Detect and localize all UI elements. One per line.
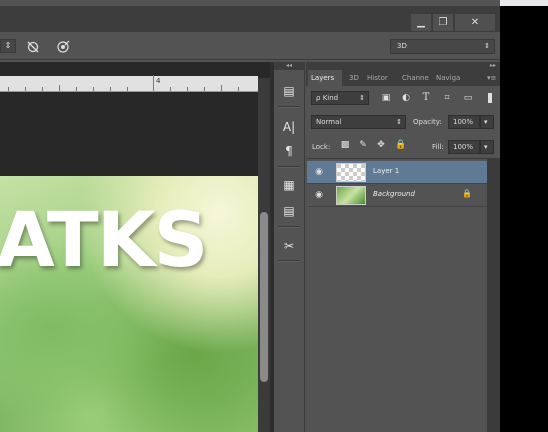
character-icon[interactable]: A| bbox=[279, 118, 299, 136]
collapse-panels-icon[interactable]: ◂◂ bbox=[274, 62, 304, 70]
lock-icon: 🔒 bbox=[462, 189, 472, 198]
filter-kind-label: Kind bbox=[322, 94, 339, 102]
type-filter-icon[interactable]: T bbox=[419, 91, 433, 105]
tools-icon[interactable]: ✂ bbox=[279, 237, 299, 255]
restore-button[interactable]: ❐ bbox=[433, 14, 453, 31]
opacity-input[interactable]: 100% bbox=[448, 115, 480, 129]
tab-channels[interactable]: Channe bbox=[399, 70, 431, 86]
panel-tab-row: Layers 3D Histor Channe Naviga ▾≡ bbox=[306, 70, 500, 86]
opacity-dropdown-icon[interactable]: ▾ bbox=[480, 115, 494, 129]
layer-name: Layer 1 bbox=[373, 167, 400, 175]
no-3d-icon[interactable] bbox=[26, 40, 40, 54]
close-button[interactable]: ✕ bbox=[455, 14, 495, 31]
blend-mode-value: Normal bbox=[316, 118, 342, 126]
title-bar: ▁ ❐ ✕ bbox=[0, 6, 500, 32]
lock-position-icon[interactable]: ✥ bbox=[375, 140, 387, 152]
history-brush-icon[interactable]: ▤ bbox=[279, 82, 299, 100]
layer-filter-select[interactable]: ρ Kind ⇕ bbox=[311, 91, 369, 105]
ruler-label: 4 bbox=[156, 77, 161, 85]
lock-transparent-icon[interactable]: ▩ bbox=[339, 140, 351, 152]
collapsed-panel-strip: ◂◂ ▤ A| ¶ ▦ ▤ ✂ bbox=[274, 62, 305, 432]
layer-thumbnail bbox=[336, 163, 366, 182]
layer-thumbnail bbox=[336, 186, 366, 205]
blend-mode-select[interactable]: Normal ⇕ bbox=[311, 115, 406, 129]
tab-navigator[interactable]: Naviga bbox=[433, 70, 467, 86]
select-arrow-icon: ⇕ bbox=[396, 118, 402, 126]
select-arrow-icon: ⇕ bbox=[484, 42, 490, 50]
filter-toggle[interactable] bbox=[486, 91, 494, 105]
lock-all-icon[interactable]: 🔒 bbox=[395, 140, 407, 152]
swatches-icon[interactable]: ▦ bbox=[279, 176, 299, 194]
select-arrow-icon: ⇕ bbox=[359, 94, 365, 102]
panel-menu-icon[interactable]: ▾≡ bbox=[484, 70, 498, 86]
layer-name: Background bbox=[373, 190, 415, 198]
tab-history[interactable]: Histor bbox=[364, 70, 398, 86]
fill-label: Fill: bbox=[432, 143, 444, 151]
expand-panels-icon[interactable]: ▸▸ bbox=[306, 62, 500, 70]
layer-row-layer-1[interactable]: ◉ Layer 1 bbox=[307, 161, 487, 184]
adjustment-filter-icon[interactable]: ◐ bbox=[399, 91, 413, 105]
minimize-button[interactable]: ▁ bbox=[411, 14, 431, 31]
smart-object-filter-icon[interactable]: ▭ bbox=[461, 91, 475, 105]
target-icon[interactable] bbox=[56, 40, 70, 54]
3d-mode-value: 3D bbox=[397, 42, 407, 50]
3d-mode-select[interactable]: 3D ⇕ bbox=[390, 39, 495, 54]
paragraph-icon[interactable]: ¶ bbox=[279, 142, 299, 160]
desktop-background bbox=[500, 6, 548, 432]
search-icon: ρ bbox=[316, 94, 321, 102]
scrollbar-thumb[interactable] bbox=[260, 212, 268, 382]
image-filter-icon[interactable]: ▣ bbox=[379, 91, 393, 105]
horizontal-ruler: 4 bbox=[0, 75, 258, 92]
layer-row-background[interactable]: ◉ Background 🔒 bbox=[307, 184, 487, 207]
layers-scrollbar[interactable] bbox=[487, 158, 500, 432]
shape-filter-icon[interactable]: ⌗ bbox=[440, 91, 454, 105]
canvas-text: ATKS bbox=[0, 195, 208, 284]
visibility-eye-icon[interactable]: ◉ bbox=[313, 166, 325, 178]
lock-image-icon[interactable]: ✎ bbox=[357, 140, 369, 152]
lock-label: Lock: bbox=[312, 143, 331, 151]
fill-input[interactable]: 100% bbox=[448, 140, 480, 154]
opacity-label: Opacity: bbox=[413, 118, 442, 126]
tab-3d[interactable]: 3D bbox=[346, 70, 362, 86]
fill-dropdown-icon[interactable]: ▾ bbox=[480, 140, 494, 154]
notes-icon[interactable]: ▤ bbox=[279, 202, 299, 220]
tab-layers[interactable]: Layers bbox=[308, 70, 342, 86]
stepper-icon[interactable]: ⇕ bbox=[0, 39, 16, 53]
visibility-eye-icon[interactable]: ◉ bbox=[313, 189, 325, 201]
